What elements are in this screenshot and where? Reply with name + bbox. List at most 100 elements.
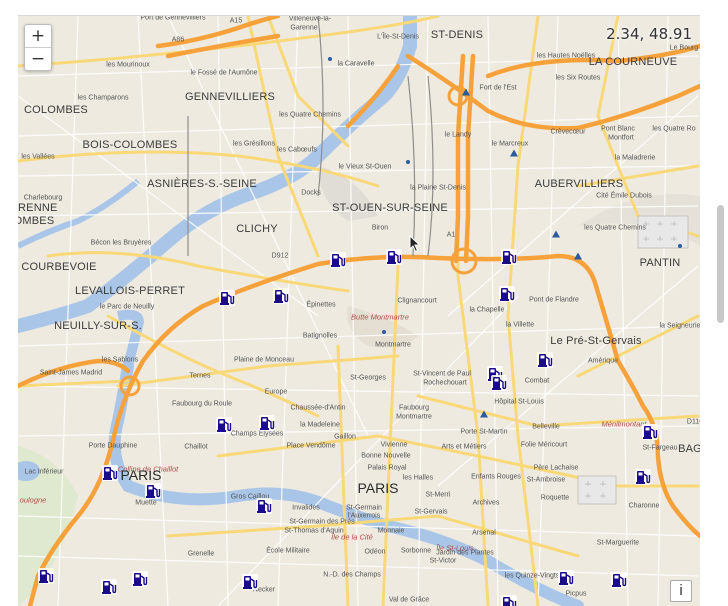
place-label: PARIS [120,467,162,483]
place-label: Jardin des Plantes [436,549,494,557]
place-label: D912 [271,252,289,260]
place-label: la Chapelle [469,306,505,314]
fuel-station-icon[interactable] [610,571,628,589]
place-label: Arsenal [472,529,496,537]
fuel-station-icon[interactable] [255,497,273,515]
place-label: Le Bourg [669,44,699,52]
place-label: Ternes [189,372,211,380]
place-label: St-Georges [350,374,386,382]
place-label: PARIS [357,480,399,496]
place-label: Charlebourg [23,194,63,202]
place-label: les Mourinoux [106,61,150,69]
place-label: Père Lachaise [533,464,579,472]
place-label: Port de Gennevilliers [140,15,206,22]
place-label: les Quatre Chemins [279,111,341,119]
landmark-triangle-icon [510,149,518,157]
place-label: BAG [678,443,700,455]
place-label: le Vieux St-Ouen [338,163,392,171]
coordinates-readout: 2.34, 48.91 [606,25,692,43]
place-label: PANTIN [639,257,681,269]
fuel-station-icon[interactable] [218,289,236,307]
place-label: Charonne [628,502,660,510]
place-label: A1 [446,231,456,239]
place-label: ST-OUEN-SUR-SEINE [332,202,448,214]
zoom-in-button[interactable]: + [25,25,51,47]
place-label: Montmartre [375,341,411,349]
fuel-station-icon[interactable] [536,351,554,369]
fuel-station-icon[interactable] [329,251,347,269]
place-label: St-Merri [425,491,451,499]
place-label: D116 [686,418,700,426]
place-label: COLOMBES [24,104,88,116]
landmark-triangle-icon [552,230,560,238]
fuel-station-icon[interactable] [641,423,659,441]
place-label: Le Pré-St-Gervais [550,335,642,347]
landmark-triangle-icon [574,252,582,260]
fuel-station-icon[interactable] [37,567,55,585]
place-label: Val de Grâce [388,596,430,604]
place-label: Hôpital St-Louis [494,398,544,406]
fuel-station-icon[interactable] [500,248,518,266]
place-label: Place Vendôme [286,442,336,450]
fuel-station-icon[interactable] [101,464,119,482]
place-label: Île de la Cité [331,532,373,542]
place-label: les Champarons [77,94,129,102]
poi-dot-icon [328,57,332,61]
place-label: Combat [524,377,550,385]
place-label: N.-D. des Champs [323,571,381,579]
place-label: le Marcreux [491,140,529,148]
fuel-station-icon[interactable] [241,573,259,591]
fuel-station-icon[interactable] [500,594,518,606]
fuel-station-icon[interactable] [131,570,149,588]
fuel-station-icon[interactable] [490,374,508,392]
place-label: Sorbonne [400,547,432,555]
zoom-out-button[interactable]: − [25,47,51,70]
place-label: oulogne [19,495,47,505]
place-label: St-Marguerite [596,539,640,547]
place-label: Clignancourt [397,297,437,305]
info-button[interactable]: i [670,580,692,602]
place-label: CLICHY [236,223,278,235]
fuel-station-icon[interactable] [100,578,118,596]
fuel-station-icon[interactable] [215,416,233,434]
fuel-station-icon[interactable] [385,248,403,266]
map-view[interactable]: Villeneuve-la- Garenne Port de Gennevillie… [18,15,700,606]
fuel-station-icon[interactable] [557,569,575,587]
place-label: les Quinze-Vingts [504,572,560,580]
place-label: Chaussée-d'Antin [290,404,346,412]
scrollbar-thumb[interactable] [717,205,724,323]
place-label: AUBERVILLIERS [534,178,624,190]
fuel-station-icon[interactable] [144,482,162,500]
place-label: les Vallées [21,153,55,161]
place-label: ARENNE [18,202,58,214]
place-label: Villeneuve-la- [288,15,332,23]
place-label: Folie Méricourt [520,441,568,449]
fuel-station-icon[interactable] [272,287,290,305]
place-label: LA COURNEUVE [588,56,678,68]
fuel-station-icon[interactable] [258,414,276,432]
place-label: Crèvecœur [550,128,586,136]
fuel-station-icon[interactable] [634,468,652,486]
place-label: St-Gervais [414,508,448,516]
fuel-station-icon[interactable] [498,285,516,303]
place-label: la Madeleine [300,421,340,429]
place-label: St-Vincent de Paul [413,370,471,378]
place-label: Docks [301,189,321,197]
place-label: ST-DENIS [430,29,484,41]
place-label: Garenne [290,24,318,32]
place-label: Odéon [364,548,386,556]
place-label: les Grésillons [232,140,276,148]
place-label: ASNIÈRES-S.-SEINE [147,178,257,190]
mouse-cursor-icon [409,235,421,253]
place-label: Fort de l'Est [479,84,517,92]
place-label: Porte Dauphine [88,442,138,450]
place-label: le Fossé de l'Aumône [190,69,258,77]
place-label: la Plaine St-Denis [410,184,466,192]
place-label: Biron [371,224,389,232]
place-label: les Hautes Noëlles [536,52,596,60]
place-label: Faubourg [399,404,429,412]
page-scrollbar[interactable] [714,0,727,605]
place-label: LEVALLOIS-PERRET [75,285,185,297]
place-label: la Maladrerie [614,154,656,162]
place-label: A15 [229,17,243,25]
